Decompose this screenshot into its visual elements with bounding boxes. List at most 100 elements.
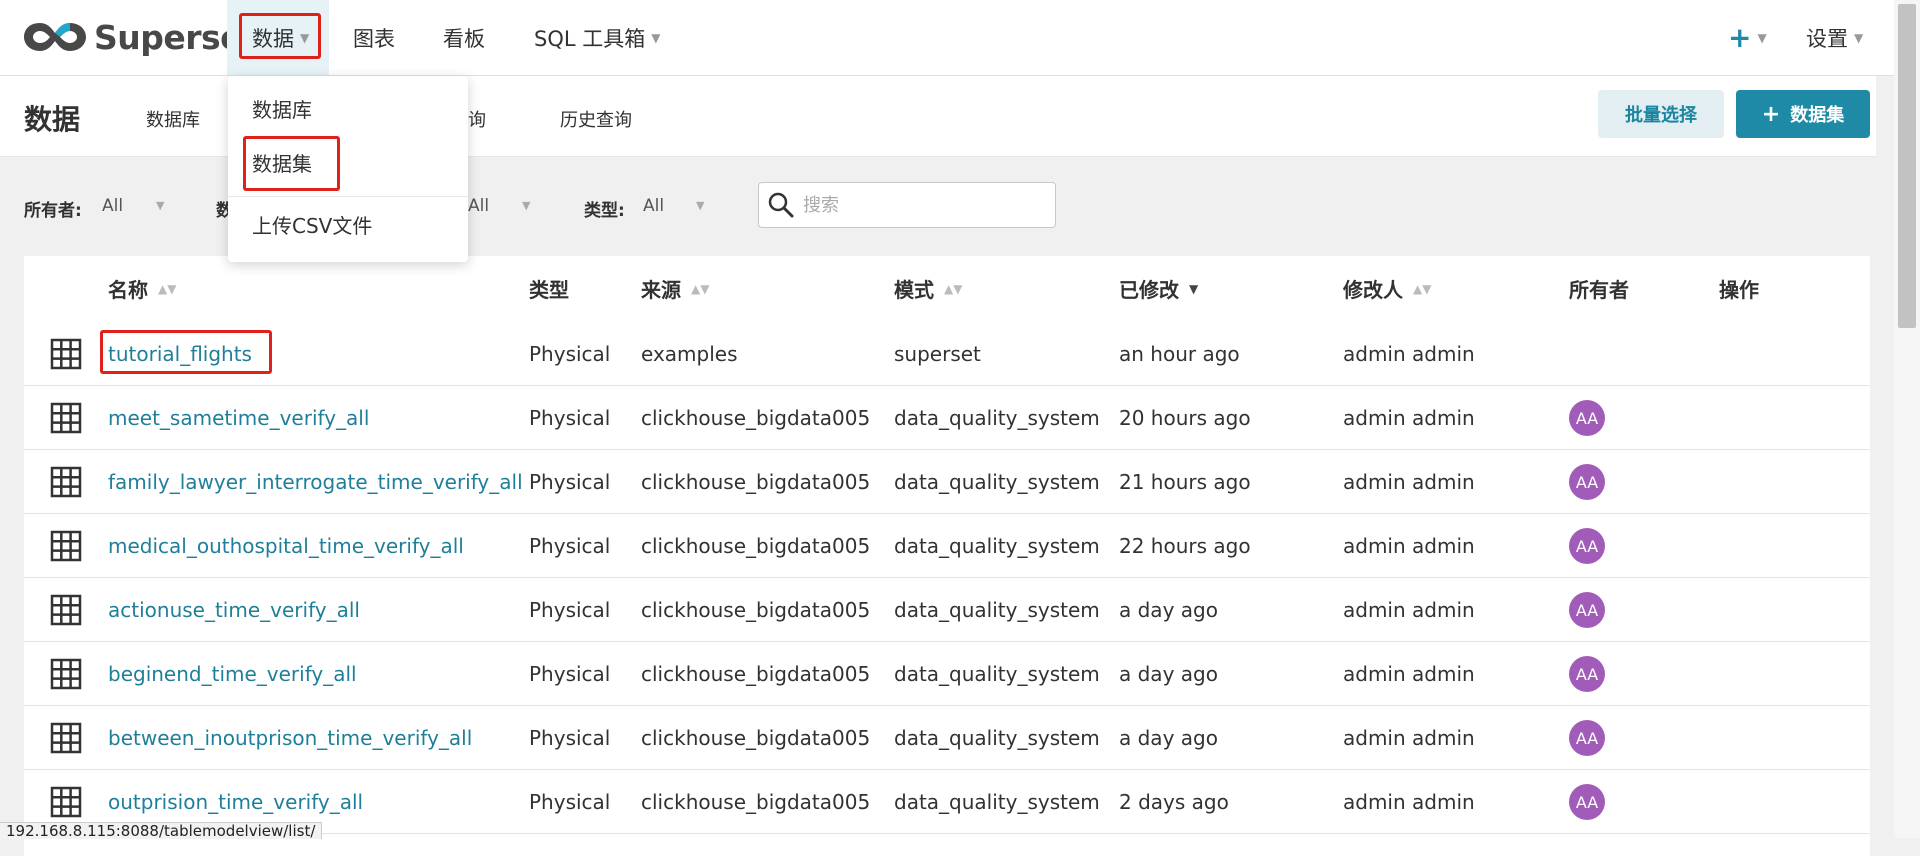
dataset-name-link[interactable]: tutorial_flights — [108, 322, 252, 385]
dataset-modified: 21 hours ago — [1119, 469, 1251, 494]
dataset-name-link[interactable]: actionuse_time_verify_all — [108, 578, 360, 641]
dataset-source: clickhouse_bigdata005 — [641, 725, 871, 750]
column-header-label: 模式 — [894, 278, 934, 302]
tab-query-history[interactable]: 历史查询 — [560, 106, 632, 132]
column-header-label: 名称 — [108, 278, 148, 302]
column-header-label: 操作 — [1719, 278, 1759, 302]
dataset-modified-by: admin admin — [1343, 661, 1475, 686]
chevron-down-icon[interactable]: ▼ — [522, 199, 530, 212]
dataset-source: clickhouse_bigdata005 — [641, 533, 871, 558]
search-field[interactable] — [758, 182, 1056, 228]
filter-owner-select[interactable]: All — [102, 196, 123, 216]
nav-dashboards[interactable]: 看板 — [443, 0, 485, 75]
table-grid-icon — [50, 658, 82, 690]
caret-down-icon: ▼ — [300, 30, 310, 45]
column-header-schema[interactable]: 模式 ▲▼ — [894, 274, 962, 303]
table-grid-icon — [50, 402, 82, 434]
owner-avatar[interactable]: AA — [1569, 400, 1605, 436]
owner-avatar[interactable]: AA — [1569, 464, 1605, 500]
dataset-modified-by: admin admin — [1343, 533, 1475, 558]
add-dataset-button[interactable]: + 数据集 — [1736, 90, 1870, 138]
tab-query-partial[interactable]: 询 — [468, 106, 486, 132]
column-header-source[interactable]: 来源 ▲▼ — [641, 274, 709, 303]
plus-icon: + — [1761, 101, 1781, 127]
dataset-modified-by: admin admin — [1343, 469, 1475, 494]
owner-avatar[interactable]: AA — [1569, 656, 1605, 692]
settings-menu[interactable]: 设置 ▼ — [1806, 0, 1863, 75]
filter-type-select[interactable]: All — [643, 196, 664, 216]
dataset-schema: data_quality_system — [894, 661, 1100, 686]
bulk-select-button[interactable]: 批量选择 — [1598, 90, 1724, 138]
scrollbar-thumb[interactable] — [1898, 4, 1916, 328]
column-header-label: 类型 — [529, 278, 569, 302]
nav-charts[interactable]: 图表 — [353, 0, 395, 75]
dataset-name-link[interactable]: medical_outhospital_time_verify_all — [108, 514, 464, 577]
dataset-name-link[interactable]: between_inoutprison_time_verify_all — [108, 706, 472, 769]
table-grid-icon — [50, 338, 82, 370]
superset-logo[interactable]: Superset — [22, 14, 258, 60]
tab-databases[interactable]: 数据库 — [146, 106, 200, 132]
nav-sql-lab[interactable]: SQL 工具箱 ▼ — [534, 0, 660, 75]
table-row: beginend_time_verify_all Physical clickhou… — [24, 642, 1870, 706]
dataset-modified-by: admin admin — [1343, 725, 1475, 750]
add-new-menu[interactable]: + ▼ — [1728, 0, 1767, 75]
owner-avatar[interactable]: AA — [1569, 592, 1605, 628]
page-title: 数据 — [24, 103, 81, 136]
dataset-name-link[interactable]: meet_sametime_verify_all — [108, 386, 369, 449]
menu-item-databases[interactable]: 数据库 — [252, 94, 312, 123]
dataset-modified: 22 hours ago — [1119, 533, 1251, 558]
nav-data-menu[interactable]: 数据 ▼ — [252, 0, 309, 75]
table-row: meet_sametime_verify_all Physical clickhou… — [24, 386, 1870, 450]
owner-avatar[interactable]: AA — [1569, 528, 1605, 564]
dataset-type: Physical — [529, 661, 611, 686]
sort-icon: ▲▼ — [691, 281, 710, 296]
menu-item-upload-csv[interactable]: 上传CSV文件 — [252, 210, 372, 239]
dataset-schema: data_quality_system — [894, 405, 1100, 430]
table-grid-icon — [50, 786, 82, 818]
sort-icon: ▲▼ — [158, 281, 177, 296]
superset-logo-icon — [24, 23, 86, 51]
table-row: medical_outhospital_time_verify_all Physi… — [24, 514, 1870, 578]
owner-avatar[interactable]: AA — [1569, 784, 1605, 820]
nav-charts-label: 图表 — [353, 26, 395, 51]
add-dataset-label: 数据集 — [1790, 105, 1845, 126]
dataset-type: Physical — [529, 533, 611, 558]
chevron-down-icon[interactable]: ▼ — [156, 199, 164, 212]
menu-item-datasets[interactable]: 数据集 — [252, 148, 312, 177]
column-header-modified[interactable]: 已修改 ▼ — [1119, 274, 1198, 303]
sort-icon: ▲▼ — [1413, 281, 1432, 296]
owner-avatar[interactable]: AA — [1569, 720, 1605, 756]
dataset-modified: a day ago — [1119, 661, 1218, 686]
menu-divider — [228, 196, 468, 197]
dataset-modified: an hour ago — [1119, 341, 1240, 366]
filter-database-select[interactable]: All — [468, 196, 489, 216]
column-header-modified-by[interactable]: 修改人 ▲▼ — [1343, 274, 1431, 303]
column-header-name[interactable]: 名称 ▲▼ — [108, 274, 176, 303]
column-header-owners: 所有者 — [1569, 274, 1629, 303]
chevron-down-icon[interactable]: ▼ — [696, 199, 704, 212]
table-grid-icon — [50, 594, 82, 626]
table-grid-icon — [50, 722, 82, 754]
dataset-source: clickhouse_bigdata005 — [641, 661, 871, 686]
caret-down-icon: ▼ — [1854, 30, 1864, 45]
dataset-source: clickhouse_bigdata005 — [641, 405, 871, 430]
data-dropdown-menu: 数据库 数据集 上传CSV文件 — [228, 76, 468, 262]
dataset-type: Physical — [529, 597, 611, 622]
table-row: actionuse_time_verify_all Physical clickho… — [24, 578, 1870, 642]
dataset-type: Physical — [529, 469, 611, 494]
search-input[interactable] — [801, 193, 1045, 217]
settings-label: 设置 — [1806, 26, 1848, 51]
dataset-name-link[interactable]: family_lawyer_interrogate_time_verify_al… — [108, 450, 523, 513]
filter-owner-label: 所有者: — [24, 201, 82, 221]
column-header-type: 类型 — [529, 274, 569, 303]
dataset-type: Physical — [529, 405, 611, 430]
filter-type-label: 类型: — [584, 201, 625, 221]
dataset-schema: data_quality_system — [894, 469, 1100, 494]
dataset-schema: data_quality_system — [894, 597, 1100, 622]
dataset-source: clickhouse_bigdata005 — [641, 789, 871, 814]
dataset-modified-by: admin admin — [1343, 341, 1475, 366]
nav-data-label: 数据 — [252, 26, 294, 51]
caret-down-icon: ▼ — [651, 30, 661, 45]
dataset-name-link[interactable]: beginend_time_verify_all — [108, 642, 357, 705]
dataset-source: clickhouse_bigdata005 — [641, 597, 871, 622]
